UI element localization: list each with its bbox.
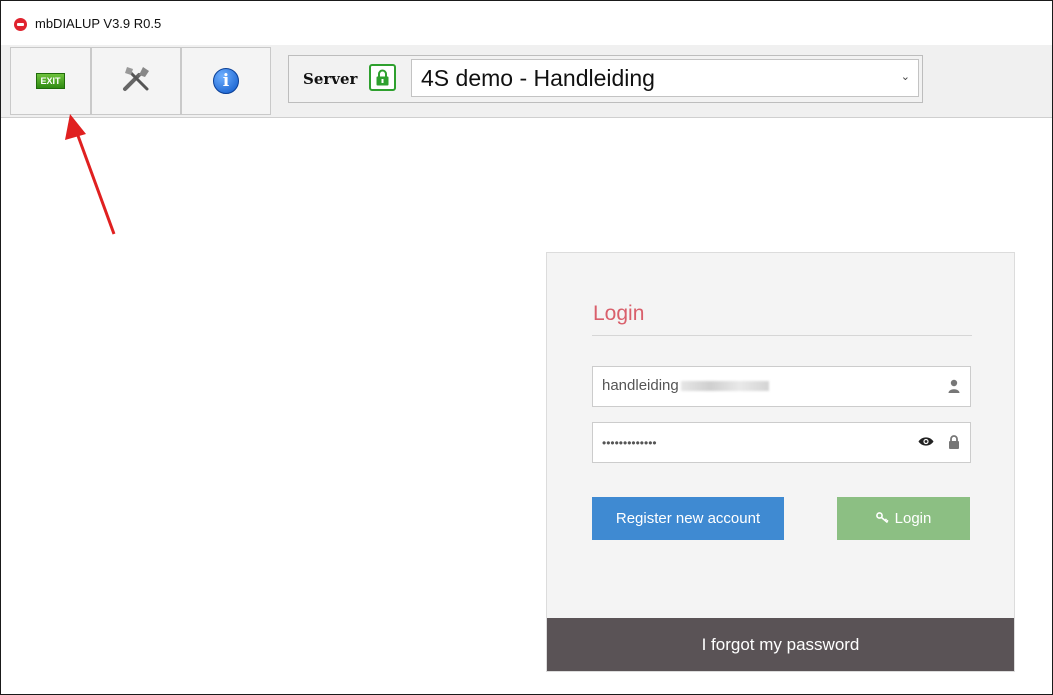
register-button[interactable]: Register new account: [592, 497, 784, 540]
login-divider: [592, 335, 972, 336]
register-label: Register new account: [615, 510, 761, 527]
server-selected-value: 4S demo - Handleiding: [421, 65, 655, 91]
username-value: handleiding: [602, 377, 769, 394]
forgot-password-link[interactable]: I forgot my password: [547, 618, 1014, 671]
login-label: Login: [894, 510, 932, 527]
mbdialup-logo-icon: [14, 18, 27, 31]
eye-icon[interactable]: [918, 435, 934, 450]
tools-icon: [119, 61, 153, 101]
lock-icon: [948, 435, 960, 452]
login-button[interactable]: Login: [837, 497, 970, 540]
window-title: mbDIALUP V3.9 R0.5: [35, 16, 162, 31]
title-bar: mbDIALUP V3.9 R0.5: [1, 1, 1052, 45]
password-value: •••••••••••••: [602, 436, 657, 450]
info-button[interactable]: i: [181, 47, 271, 115]
forgot-password-label: I forgot my password: [701, 634, 860, 654]
server-label: Server: [303, 70, 358, 88]
key-icon: [875, 510, 889, 527]
redacted-blur: [680, 381, 769, 392]
password-field[interactable]: •••••••••••••: [592, 422, 971, 463]
app-window: mbDIALUP V3.9 R0.5 EXIT i Server 4S demo…: [0, 0, 1053, 695]
exit-icon: EXIT: [36, 73, 65, 89]
exit-button[interactable]: EXIT: [10, 47, 91, 115]
info-icon: i: [213, 68, 239, 94]
username-text: handleiding: [602, 377, 679, 394]
server-selector-group: Server 4S demo - Handleiding ⌄: [288, 55, 923, 103]
user-icon: [948, 379, 960, 396]
toolbar: EXIT i Server 4S demo - Handleiding ⌄: [1, 45, 1052, 118]
login-panel: Login handleiding ••••••••••••• Register…: [546, 252, 1015, 672]
login-title: Login: [593, 302, 645, 325]
chevron-down-icon: ⌄: [900, 71, 910, 83]
server-dropdown[interactable]: 4S demo - Handleiding ⌄: [411, 59, 919, 97]
username-field[interactable]: handleiding: [592, 366, 971, 407]
settings-button[interactable]: [91, 47, 181, 115]
server-lock-icon: [369, 64, 396, 91]
